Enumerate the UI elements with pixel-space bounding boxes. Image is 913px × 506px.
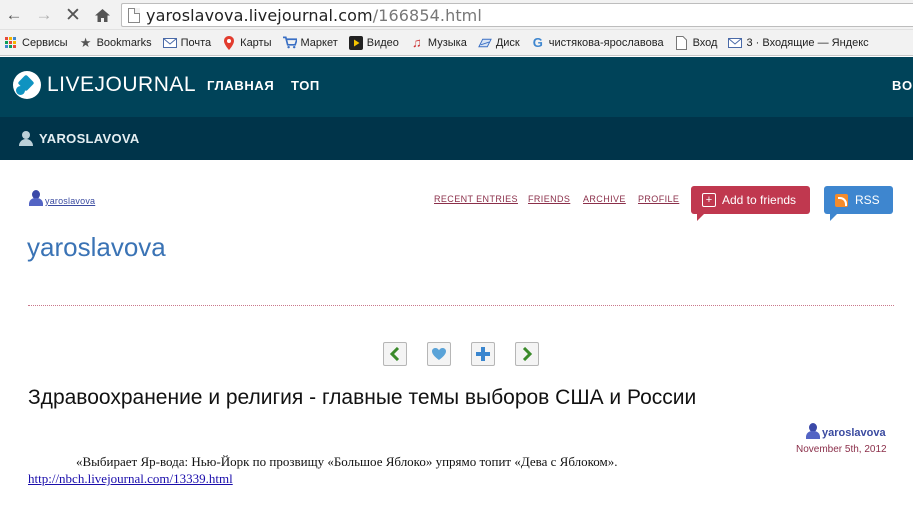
cart-icon xyxy=(282,36,297,50)
bookmark-services[interactable]: Сервисы xyxy=(4,36,68,50)
map-pin-icon xyxy=(222,35,236,50)
livejournal-logo-icon xyxy=(13,71,41,99)
lj-user-icon xyxy=(805,423,821,439)
browser-toolbar: ← → ✕ yaroslavova.livejournal.com/166854… xyxy=(0,0,913,30)
bookmark-label: Музыка xyxy=(427,36,467,49)
bookmark-label: Bookmarks xyxy=(96,36,152,49)
logo-text: LIVEJOURNAL xyxy=(47,73,197,96)
arrow-left-icon xyxy=(389,347,400,361)
bookmarks-bar: Сервисы ★ Bookmarks Почта Карты Маркет В… xyxy=(0,30,913,56)
page-icon xyxy=(128,7,140,23)
bookmark-music[interactable]: ♫ Музыка xyxy=(410,36,467,50)
bookmark-maps[interactable]: Карты xyxy=(222,35,272,50)
add-friends-label: Add to friends xyxy=(722,193,797,207)
stop-loading-icon[interactable]: ✕ xyxy=(62,4,84,26)
plus-icon: + xyxy=(702,193,716,207)
journal-username: yaroslavova xyxy=(45,196,96,206)
add-to-memories-button[interactable] xyxy=(427,342,451,366)
entry-body-text: «Выбирает Яр-вода: Нью-Йорк по прозвищу … xyxy=(76,454,618,469)
bookmark-label: Маркет xyxy=(300,36,338,49)
forward-arrow-icon[interactable]: → xyxy=(33,4,55,26)
lj-header: LIVEJOURNAL ГЛАВНАЯ ТОП BO xyxy=(0,57,913,117)
rss-button[interactable]: RSS xyxy=(824,186,893,214)
menu-friends[interactable]: FRIENDS xyxy=(528,194,570,204)
apps-grid-icon xyxy=(4,36,18,50)
disk-icon xyxy=(478,36,492,50)
google-icon: G xyxy=(532,35,543,50)
journal-username-link[interactable]: yaroslavova xyxy=(28,190,95,206)
nav-main[interactable]: ГЛАВНАЯ xyxy=(207,78,274,93)
header-divider xyxy=(28,305,894,306)
home-icon[interactable] xyxy=(91,4,113,26)
menu-recent-entries[interactable]: RECENT ENTRIES xyxy=(434,194,518,204)
plus-icon xyxy=(476,347,490,361)
entry-title: Здравоохранение и религия - главные темы… xyxy=(28,386,697,409)
bookmark-label: чистякова-ярославова xyxy=(548,36,664,49)
bookmark-google[interactable]: G чистякова-ярославова xyxy=(531,36,664,50)
mail-icon xyxy=(728,36,743,50)
arrow-right-icon xyxy=(522,347,533,361)
entry-date: November 5th, 2012 xyxy=(796,444,887,455)
button-tail xyxy=(697,214,704,221)
entry-source-link[interactable]: http://nbch.livejournal.com/13339.html xyxy=(28,471,233,487)
menu-archive[interactable]: ARCHIVE xyxy=(583,194,626,204)
entry-author-link[interactable]: yaroslavova xyxy=(805,423,886,439)
url-host: yaroslavova.livejournal.com xyxy=(146,5,373,25)
add-entry-button[interactable] xyxy=(471,342,495,366)
nav-top[interactable]: ТОП xyxy=(291,78,320,93)
button-tail xyxy=(830,214,837,221)
entry-author: yaroslavova xyxy=(822,427,886,439)
music-icon: ♫ xyxy=(412,35,422,50)
bookmark-market[interactable]: Маркет xyxy=(282,36,338,50)
rss-label: RSS xyxy=(855,193,880,207)
url-text: yaroslavova.livejournal.com/166854.html xyxy=(146,6,482,25)
bookmark-label: Карты xyxy=(240,36,272,49)
rss-icon xyxy=(835,193,848,207)
back-arrow-icon[interactable]: ← xyxy=(3,4,25,26)
user-bar-name[interactable]: YAROSLAVOVA xyxy=(39,131,140,146)
bookmark-disk[interactable]: Диск xyxy=(478,36,520,50)
bookmark-bookmarks[interactable]: ★ Bookmarks xyxy=(79,36,152,50)
nav-right-cut[interactable]: BO xyxy=(892,78,913,93)
journal-title[interactable]: yaroslavova xyxy=(27,232,166,263)
bookmark-label: Сервисы xyxy=(22,36,68,49)
lj-user-icon xyxy=(28,190,44,206)
bookmark-mail[interactable]: Почта xyxy=(162,36,212,50)
bookmark-label: 3 · Входящие — Яндекс xyxy=(746,36,869,49)
bookmark-label: Диск xyxy=(495,36,520,49)
add-to-friends-button[interactable]: + Add to friends xyxy=(691,186,810,214)
address-bar[interactable]: yaroslavova.livejournal.com/166854.html xyxy=(121,3,913,27)
menu-profile[interactable]: PROFILE xyxy=(638,194,679,204)
bookmark-label: Вход xyxy=(692,36,718,49)
bookmark-label: Видео xyxy=(366,36,399,49)
page-icon xyxy=(675,35,689,50)
bookmark-video[interactable]: Видео xyxy=(348,35,399,50)
mail-icon xyxy=(162,36,177,50)
url-path: /166854.html xyxy=(372,5,482,25)
video-icon xyxy=(348,35,363,50)
bookmark-label: Почта xyxy=(180,36,212,49)
bookmark-login[interactable]: Вход xyxy=(675,35,718,50)
livejournal-logo[interactable]: LIVEJOURNAL xyxy=(13,71,196,99)
journal-user-bar: YAROSLAVOVA xyxy=(0,117,913,160)
heart-icon xyxy=(432,348,446,360)
previous-entry-button[interactable] xyxy=(383,342,407,366)
user-icon xyxy=(19,131,33,146)
star-icon: ★ xyxy=(79,35,92,50)
next-entry-button[interactable] xyxy=(515,342,539,366)
bookmark-yandex-inbox[interactable]: 3 · Входящие — Яндекс xyxy=(728,36,869,50)
